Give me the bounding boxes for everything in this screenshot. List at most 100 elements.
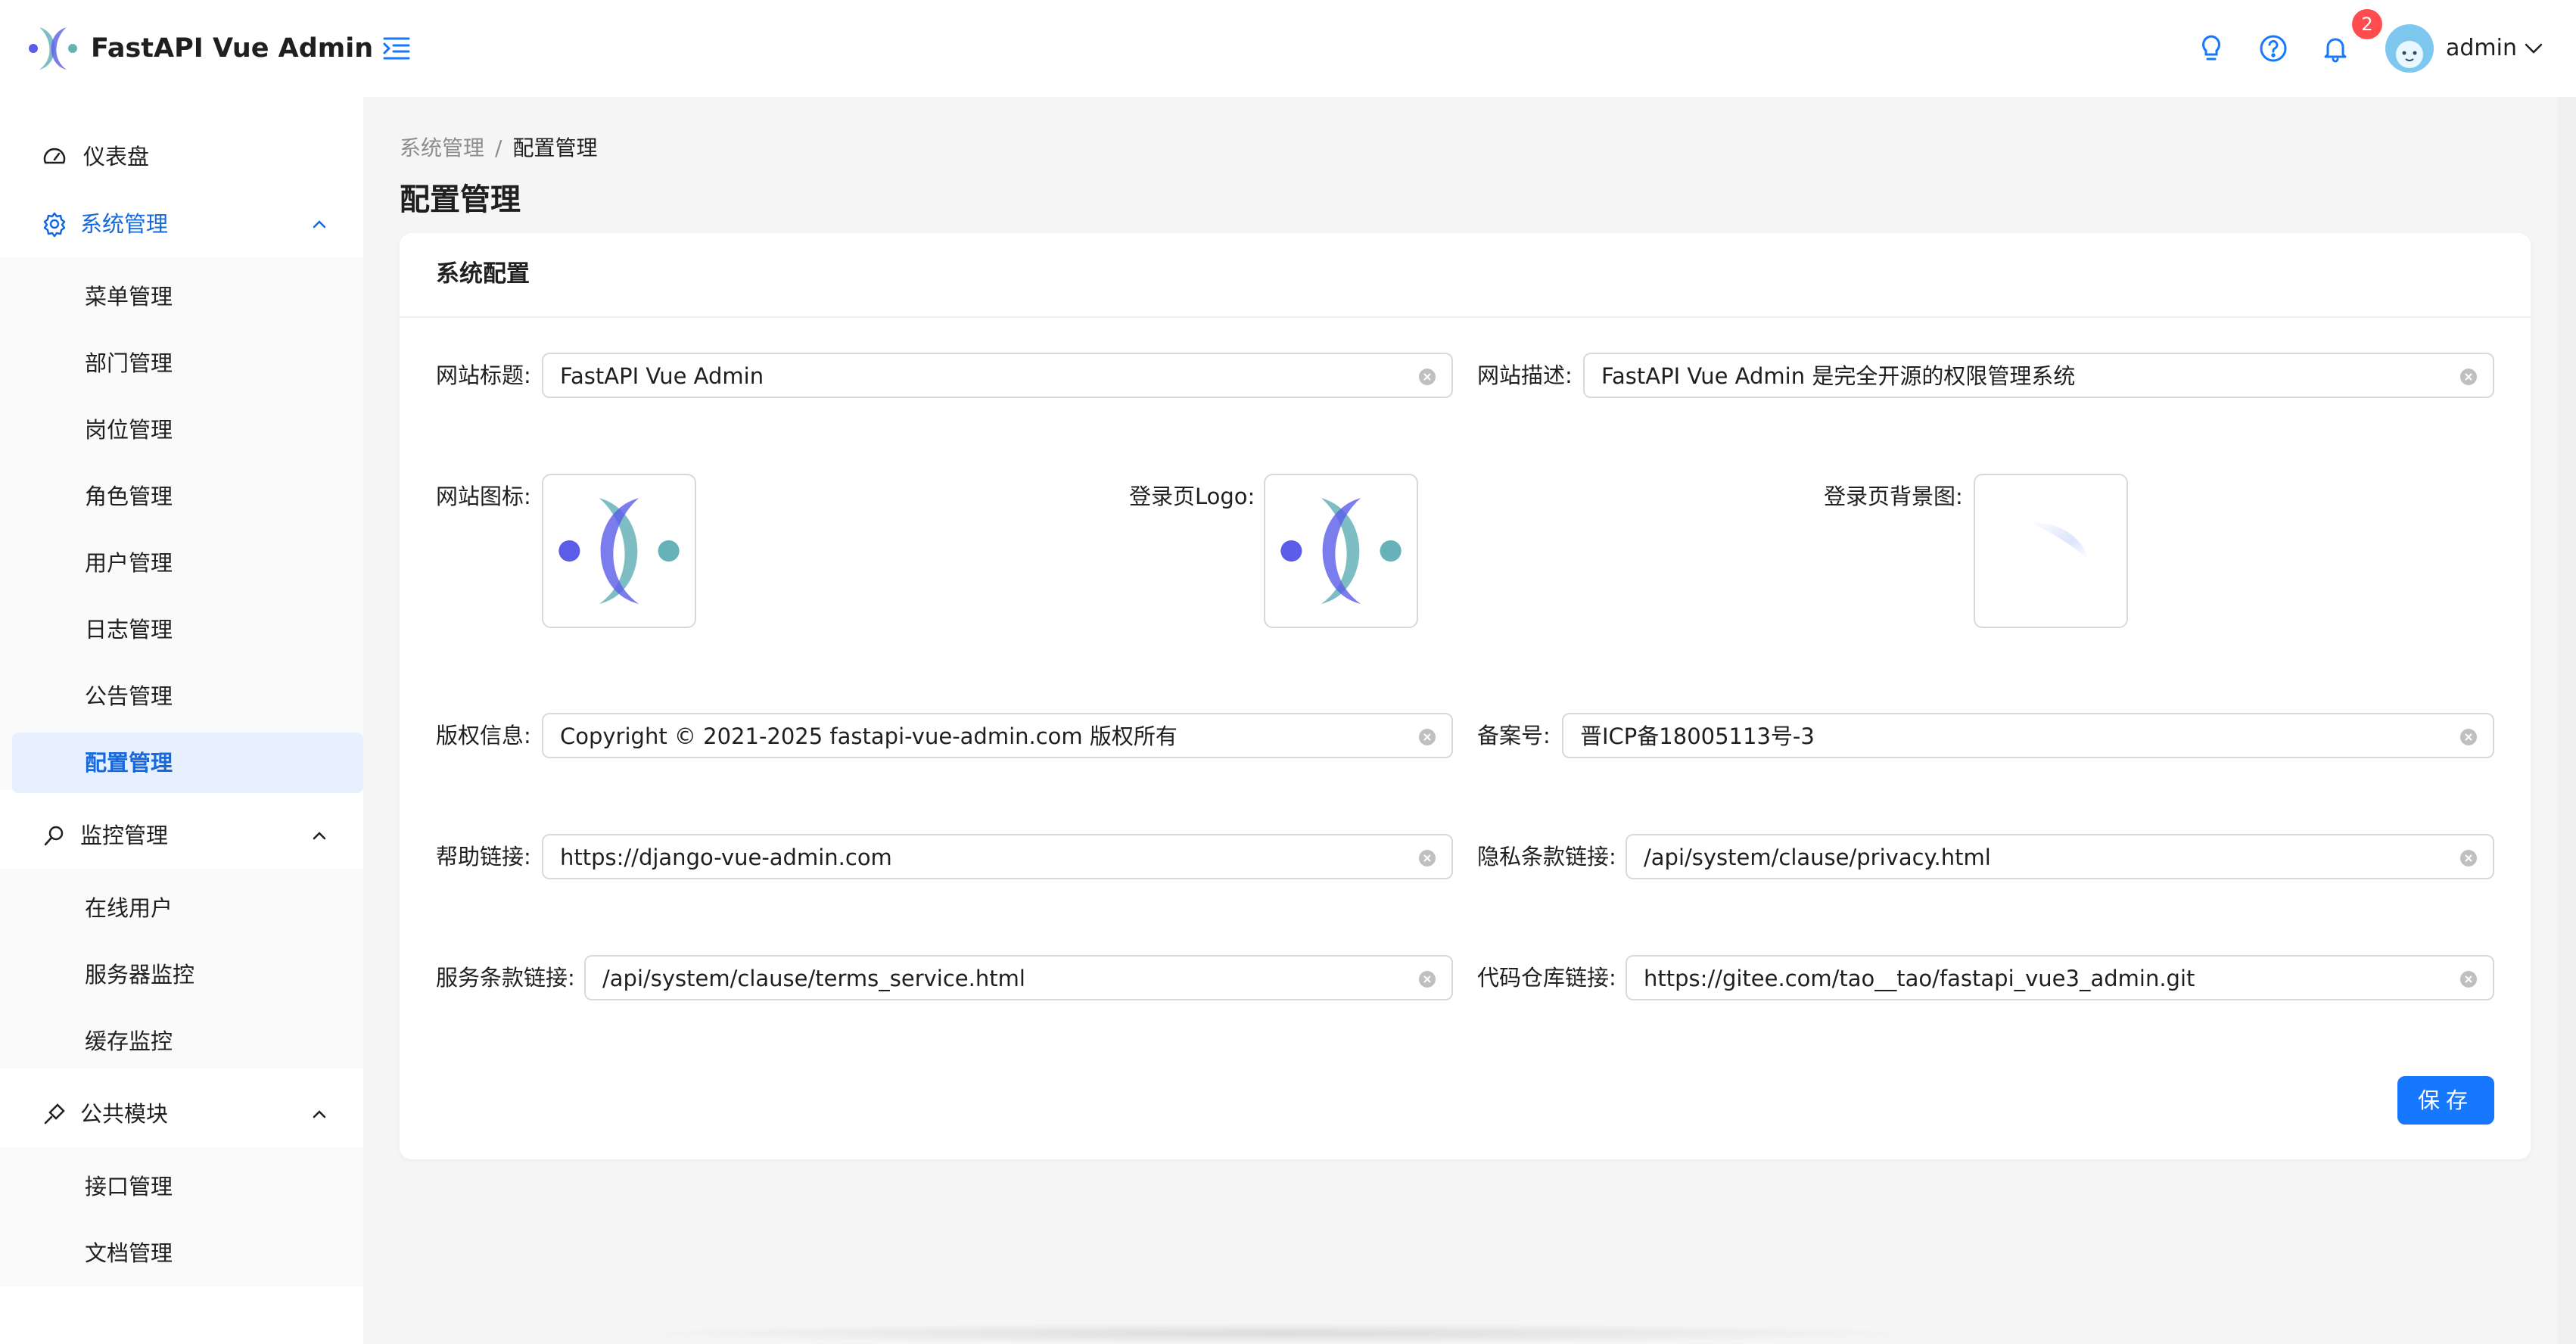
page-title: 配置管理 xyxy=(400,182,521,217)
dashboard-icon xyxy=(43,148,66,164)
avatar[interactable] xyxy=(2385,24,2434,73)
sidebar-item-config-mgmt[interactable]: 配置管理 xyxy=(12,733,363,793)
login-bg-label: 登录页背景图: xyxy=(1824,484,1963,509)
breadcrumb-current: 配置管理 xyxy=(512,135,598,160)
privacy-link-value: /api/system/clause/privacy.html xyxy=(1644,845,1991,870)
sidebar-item-label: 配置管理 xyxy=(85,750,173,776)
lightbulb-icon[interactable] xyxy=(2195,32,2228,65)
help-icon[interactable] xyxy=(2257,32,2290,65)
sidebar-item-dashboard[interactable]: 仪表盘 xyxy=(12,126,363,187)
terms-link-value: /api/system/clause/terms_service.html xyxy=(602,966,1025,991)
repo-link-label: 代码仓库链接: xyxy=(1477,965,1616,991)
sidebar-item-label: 角色管理 xyxy=(85,484,173,509)
breadcrumb-separator: / xyxy=(495,135,502,160)
login-bg-upload[interactable] xyxy=(1974,474,2128,628)
config-card: 系统配置 网站标题: FastAPI Vue Admin 网站描述: FastA… xyxy=(400,233,2531,1159)
card-title: 系统配置 xyxy=(436,260,530,288)
sidebar-item-online-users[interactable]: 在线用户 xyxy=(12,878,363,938)
login-bg-image xyxy=(1975,475,2126,627)
app-title: FastAPI Vue Admin xyxy=(91,33,374,64)
login-logo-label: 登录页Logo: xyxy=(1129,484,1255,509)
sidebar-item-label: 监控管理 xyxy=(80,823,169,848)
sidebar-item-monitor[interactable]: 监控管理 xyxy=(12,805,363,866)
sidebar-item-label: 服务器监控 xyxy=(85,962,195,988)
clear-icon[interactable] xyxy=(2459,849,2478,867)
app-logo-icon xyxy=(29,27,77,70)
repo-link-input[interactable]: https://gitee.com/tao__tao/fastapi_vue3_… xyxy=(1626,955,2494,1000)
repo-link-value: https://gitee.com/tao__tao/fastapi_vue3_… xyxy=(1644,966,2195,991)
site-icon-image xyxy=(558,498,680,604)
gear-icon xyxy=(43,212,66,238)
sidebar-item-label: 日志管理 xyxy=(85,617,173,642)
clear-icon[interactable] xyxy=(1418,368,1436,386)
menu-collapse-icon[interactable] xyxy=(381,33,412,64)
site-icon-label: 网站图标: xyxy=(436,484,531,509)
icp-value: 晋ICP备18005113号-3 xyxy=(1580,723,1815,749)
copyright-input[interactable]: Copyright © 2021-2025 fastapi-vue-admin.… xyxy=(542,713,1453,758)
module-icon xyxy=(44,1103,65,1125)
clear-icon[interactable] xyxy=(2459,368,2478,386)
sidebar-item-dept-mgmt[interactable]: 部门管理 xyxy=(12,333,363,394)
chevron-up-icon xyxy=(313,220,326,229)
icp-input[interactable]: 晋ICP备18005113号-3 xyxy=(1562,713,2494,758)
site-title-label: 网站标题: xyxy=(436,362,531,388)
sidebar-item-label: 部门管理 xyxy=(85,350,173,376)
clear-icon[interactable] xyxy=(2459,728,2478,746)
clear-icon[interactable] xyxy=(1418,970,1436,988)
bottom-shadow xyxy=(621,1323,1937,1344)
sidebar-item-label: 公共模块 xyxy=(80,1101,169,1127)
sidebar-item-label: 系统管理 xyxy=(80,211,169,237)
chevron-up-icon xyxy=(313,1110,326,1118)
sidebar-item-label: 菜单管理 xyxy=(85,284,173,310)
sidebar-item-notice-mgmt[interactable]: 公告管理 xyxy=(12,666,363,726)
top-header: FastAPI Vue Admin 2 admin xyxy=(0,0,2576,97)
icp-label: 备案号: xyxy=(1477,723,1551,748)
sidebar-item-cache-monitor[interactable]: 缓存监控 xyxy=(12,1011,363,1072)
terms-link-label: 服务条款链接: xyxy=(436,965,575,991)
site-desc-input[interactable]: FastAPI Vue Admin 是完全开源的权限管理系统 xyxy=(1583,353,2494,398)
privacy-link-input[interactable]: /api/system/clause/privacy.html xyxy=(1626,834,2494,879)
clear-icon[interactable] xyxy=(1418,728,1436,746)
sidebar-item-doc-mgmt[interactable]: 文档管理 xyxy=(12,1223,363,1283)
help-link-value: https://django-vue-admin.com xyxy=(560,845,892,870)
chevron-up-icon xyxy=(313,832,326,840)
sidebar-item-common[interactable]: 公共模块 xyxy=(12,1084,363,1144)
notification-badge: 2 xyxy=(2352,9,2382,39)
bell-icon[interactable] xyxy=(2319,32,2352,65)
sidebar-item-user-mgmt[interactable]: 用户管理 xyxy=(12,533,363,593)
site-title-input[interactable]: FastAPI Vue Admin xyxy=(542,353,1453,398)
sidebar-item-label: 用户管理 xyxy=(85,550,173,576)
avatar-face-icon xyxy=(2396,41,2423,68)
breadcrumb: 系统管理 / 配置管理 xyxy=(400,133,597,163)
site-desc-value: FastAPI Vue Admin 是完全开源的权限管理系统 xyxy=(1601,363,2076,389)
help-link-label: 帮助链接: xyxy=(436,844,531,870)
clear-icon[interactable] xyxy=(2459,970,2478,988)
sidebar-item-label: 岗位管理 xyxy=(85,417,173,443)
save-button[interactable]: 保存 xyxy=(2397,1076,2494,1125)
login-logo-upload[interactable] xyxy=(1264,474,1418,628)
login-logo-image xyxy=(1280,498,1402,604)
sidebar-item-role-mgmt[interactable]: 角色管理 xyxy=(12,466,363,527)
user-name[interactable]: admin xyxy=(2446,33,2517,64)
privacy-link-label: 隐私条款链接: xyxy=(1477,844,1616,870)
site-title-value: FastAPI Vue Admin xyxy=(560,363,764,389)
terms-link-input[interactable]: /api/system/clause/terms_service.html xyxy=(584,955,1453,1000)
sidebar-item-system[interactable]: 系统管理 xyxy=(12,194,363,254)
chevron-down-icon[interactable] xyxy=(2523,38,2544,59)
clear-icon[interactable] xyxy=(1418,849,1436,867)
sidebar-item-label: 仪表盘 xyxy=(83,144,150,170)
sidebar-item-server-monitor[interactable]: 服务器监控 xyxy=(12,944,363,1005)
sidebar-item-label: 缓存监控 xyxy=(85,1028,173,1054)
help-link-input[interactable]: https://django-vue-admin.com xyxy=(542,834,1453,879)
sidebar-item-label: 在线用户 xyxy=(85,895,173,921)
sidebar-item-post-mgmt[interactable]: 岗位管理 xyxy=(12,400,363,460)
site-icon-upload[interactable] xyxy=(542,474,696,628)
breadcrumb-parent[interactable]: 系统管理 xyxy=(400,135,484,160)
monitor-icon xyxy=(44,826,64,846)
page-scrollbar[interactable] xyxy=(2558,97,2576,1344)
card-header: 系统配置 xyxy=(400,233,2531,318)
sidebar-item-api-mgmt[interactable]: 接口管理 xyxy=(12,1156,363,1217)
sidebar-item-label: 接口管理 xyxy=(85,1174,173,1199)
sidebar-item-log-mgmt[interactable]: 日志管理 xyxy=(12,599,363,660)
sidebar-item-menu-mgmt[interactable]: 菜单管理 xyxy=(12,266,363,327)
